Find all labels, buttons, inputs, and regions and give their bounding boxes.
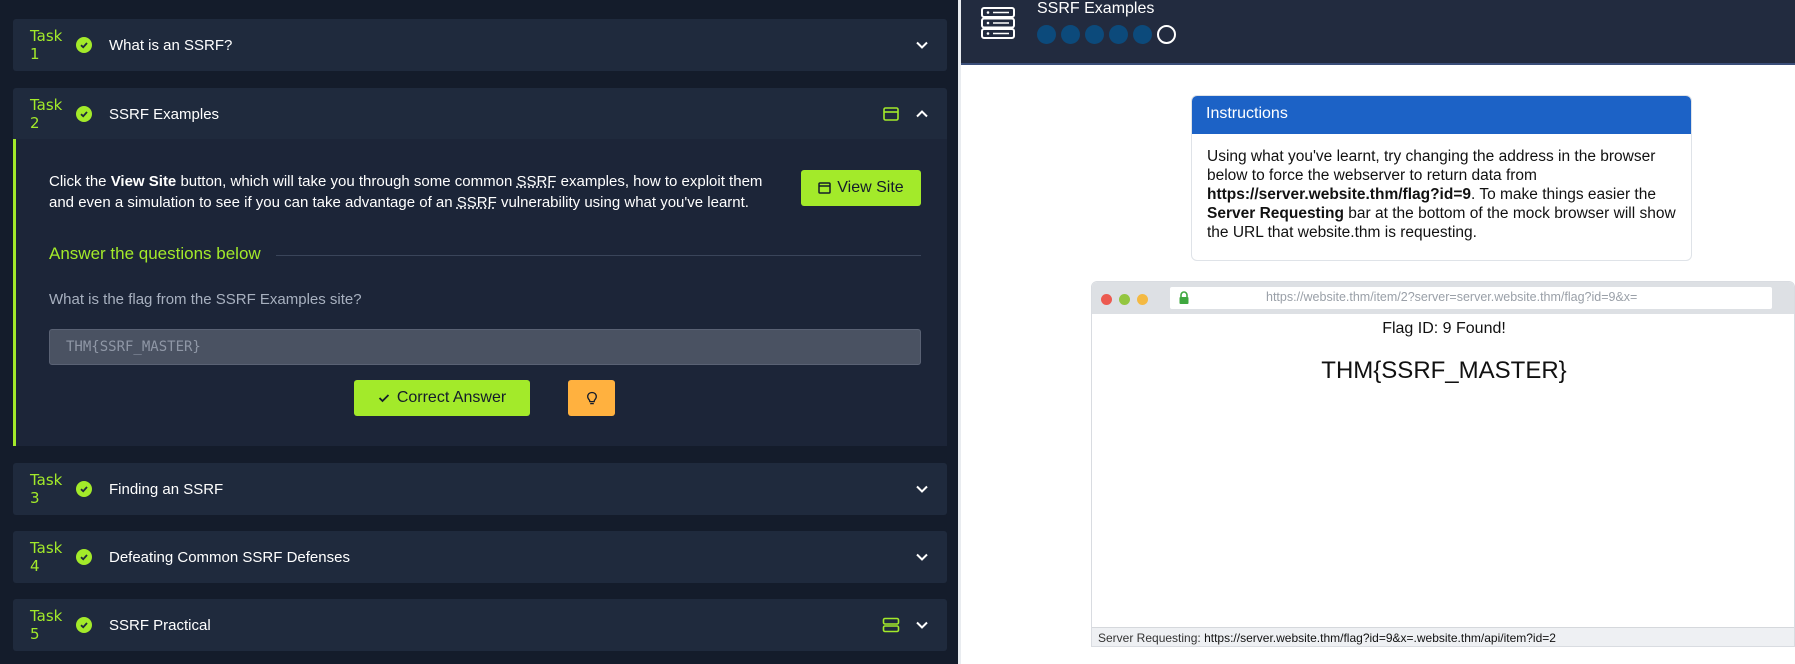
task-title: Defeating Common SSRF Defenses bbox=[109, 548, 350, 566]
browser-toolbar: https://website.thm/item/2?server=server… bbox=[1092, 282, 1794, 314]
progress-step-4[interactable] bbox=[1109, 25, 1128, 44]
task-2-header[interactable]: Task 2 SSRF Examples bbox=[13, 88, 947, 140]
progress-step-5[interactable] bbox=[1133, 25, 1152, 44]
check-icon bbox=[378, 394, 389, 403]
divider bbox=[276, 255, 921, 256]
server-requesting-url: https://server.website.thm/flag?id=9&x=.… bbox=[1204, 631, 1556, 645]
task-2-body: Click the View Site button, which will t… bbox=[13, 139, 947, 446]
maximize-dot-icon bbox=[1119, 294, 1130, 305]
site-title: SSRF Examples bbox=[1037, 0, 1155, 17]
task-title: SSRF Examples bbox=[109, 105, 220, 123]
server-icon[interactable] bbox=[881, 615, 901, 635]
address-bar-url: https://website.thm/item/2?server=server… bbox=[1266, 290, 1638, 304]
minimize-dot-icon bbox=[1137, 294, 1148, 305]
lightbulb-icon bbox=[586, 391, 597, 404]
task-title: What is an SSRF? bbox=[109, 36, 233, 54]
instructions-title: Instructions bbox=[1192, 96, 1691, 134]
server-requesting-label: Server Requesting: bbox=[1098, 631, 1201, 645]
task-description: Click the View Site button, which will t… bbox=[49, 173, 763, 211]
task-1[interactable]: Task 1 What is an SSRF? bbox=[13, 19, 947, 71]
task-number: Task 2 bbox=[30, 96, 63, 132]
server-requesting-bar: Server Requesting: https://server.websit… bbox=[1092, 627, 1794, 646]
chevron-down-icon[interactable] bbox=[915, 618, 929, 632]
task-2: Task 2 SSRF Examples Click the View Site… bbox=[13, 88, 947, 446]
task-1-header[interactable]: Task 1 What is an SSRF? bbox=[13, 19, 947, 71]
server-stack-icon bbox=[981, 7, 1015, 39]
chevron-down-icon[interactable] bbox=[915, 38, 929, 52]
hint-button[interactable] bbox=[568, 380, 615, 416]
progress-step-2[interactable] bbox=[1061, 25, 1080, 44]
task-number: Task 1 bbox=[30, 27, 63, 63]
task-5-header[interactable]: Task 5 SSRF Practical bbox=[13, 599, 947, 651]
task-3[interactable]: Task 3 Finding an SSRF bbox=[13, 463, 947, 515]
check-circle-icon bbox=[76, 617, 92, 633]
task-title: SSRF Practical bbox=[109, 616, 211, 634]
flag-value: THM{SSRF_MASTER} bbox=[1321, 357, 1567, 384]
chevron-up-icon[interactable] bbox=[915, 107, 929, 121]
answer-input[interactable] bbox=[49, 329, 921, 365]
progress-step-1[interactable] bbox=[1037, 25, 1056, 44]
check-circle-icon bbox=[76, 37, 92, 53]
correct-answer-label: Correct Answer bbox=[396, 389, 507, 406]
task-4-header[interactable]: Task 4 Defeating Common SSRF Defenses bbox=[13, 531, 947, 583]
instructions-text: Using what you've learnt, try changing t… bbox=[1207, 148, 1676, 241]
chevron-down-icon[interactable] bbox=[915, 482, 929, 496]
task-number: Task 3 bbox=[30, 471, 63, 507]
check-circle-icon bbox=[76, 481, 92, 497]
window-icon bbox=[818, 182, 832, 194]
task-3-header[interactable]: Task 3 Finding an SSRF bbox=[13, 463, 947, 515]
lock-icon bbox=[1179, 291, 1189, 304]
task-title: Finding an SSRF bbox=[109, 480, 224, 498]
correct-answer-button[interactable]: Correct Answer bbox=[354, 380, 530, 416]
site-pane: SSRF Examples Instructions Using what yo… bbox=[961, 0, 1795, 664]
mock-browser: https://website.thm/item/2?server=server… bbox=[1091, 281, 1795, 647]
close-dot-icon bbox=[1101, 294, 1112, 305]
task-4[interactable]: Task 4 Defeating Common SSRF Defenses bbox=[13, 531, 947, 583]
chevron-down-icon[interactable] bbox=[915, 550, 929, 564]
task-list-pane: Task 1 What is an SSRF? Task 2 SSRF Exam… bbox=[0, 0, 960, 664]
check-circle-icon bbox=[76, 106, 92, 122]
flag-found-text: Flag ID: 9 Found! bbox=[1382, 320, 1506, 337]
address-bar[interactable]: https://website.thm/item/2?server=server… bbox=[1170, 287, 1772, 309]
progress-step-3[interactable] bbox=[1085, 25, 1104, 44]
site-header: SSRF Examples bbox=[961, 0, 1795, 65]
progress-step-6[interactable] bbox=[1157, 25, 1176, 44]
task-5[interactable]: Task 5 SSRF Practical bbox=[13, 599, 947, 651]
check-circle-icon bbox=[76, 549, 92, 565]
browser-window-icon[interactable] bbox=[881, 104, 901, 124]
question-text: What is the flag from the SSRF Examples … bbox=[49, 291, 362, 308]
task-number: Task 4 bbox=[30, 539, 63, 575]
instructions-card: Instructions Using what you've learnt, t… bbox=[1191, 95, 1692, 261]
answer-heading: Answer the questions below bbox=[49, 244, 261, 263]
task-number: Task 5 bbox=[30, 607, 63, 643]
view-site-label: View Site bbox=[837, 179, 904, 196]
view-site-button[interactable]: View Site bbox=[801, 170, 921, 206]
